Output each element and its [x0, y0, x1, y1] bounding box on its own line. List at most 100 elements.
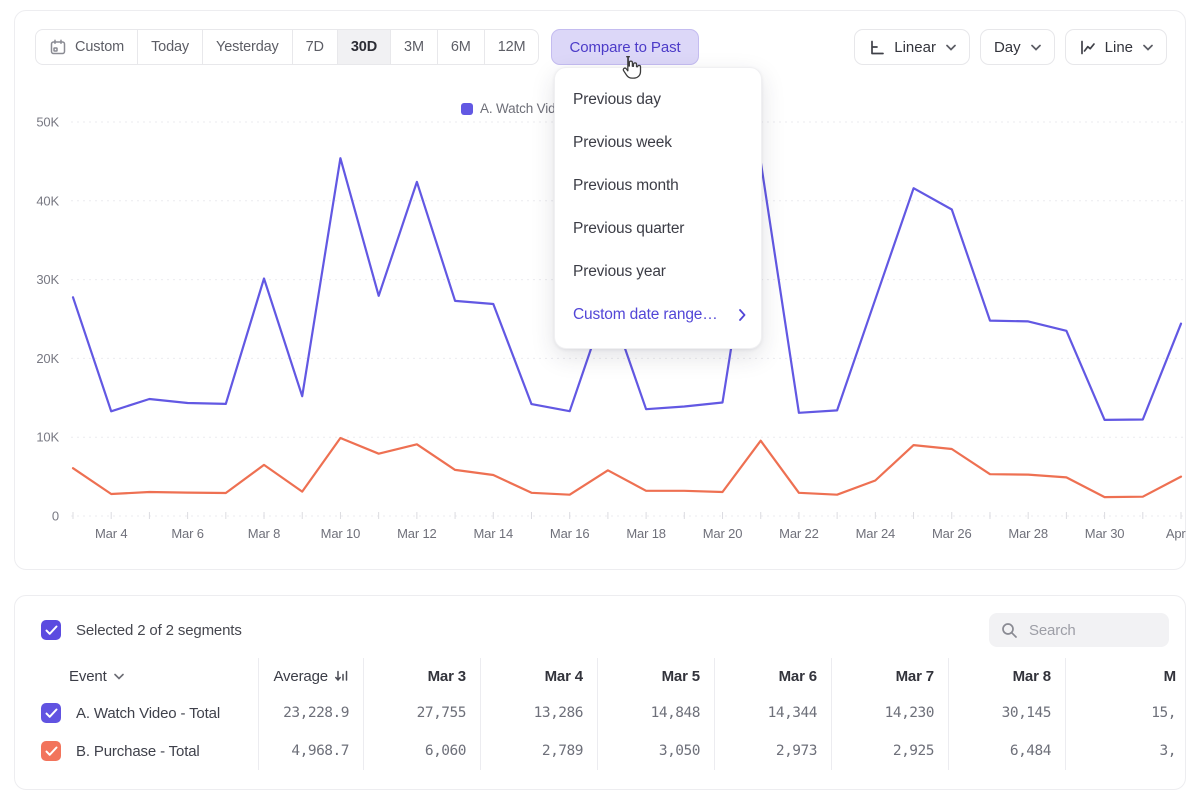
value-cell: 14,848	[597, 694, 714, 732]
range-label: 6M	[451, 39, 471, 55]
interval-dropdown-button[interactable]: Day	[980, 29, 1055, 65]
range-yesterday-button[interactable]: Yesterday	[202, 30, 292, 64]
search-icon	[1001, 622, 1018, 639]
menu-item-custom-date-range[interactable]: Custom date range…	[555, 293, 761, 336]
y-axis-label: 0	[52, 509, 59, 524]
segment-checkbox[interactable]	[41, 741, 61, 761]
chevron-down-icon	[1143, 44, 1153, 51]
range-3m-button[interactable]: 3M	[390, 30, 437, 64]
interval-label: Day	[994, 39, 1021, 56]
table-row: B. Purchase - Total4,968.76,0602,7893,05…	[15, 732, 1186, 770]
range-label: 3M	[404, 39, 424, 55]
date-column-header: M	[1065, 658, 1186, 694]
x-axis-label: Mar 22	[779, 526, 819, 541]
segments-table: Event AverageMar 3Mar 4Mar 5Mar 6Mar 7Mar…	[15, 658, 1186, 770]
menu-item-previous-week[interactable]: Previous week	[555, 121, 761, 164]
chevron-down-icon	[1031, 44, 1041, 51]
segment-label: B. Purchase - Total	[76, 743, 200, 760]
x-axis-label: Mar 18	[626, 526, 666, 541]
analytics-page: Custom Today Yesterday 7D 30D 3M 6M 12M Compare…	[0, 0, 1200, 802]
date-column-header: Mar 3	[363, 658, 480, 694]
check-icon	[45, 746, 58, 757]
segments-card: Selected 2 of 2 segments EventAverageMar…	[14, 595, 1186, 790]
range-today-button[interactable]: Today	[137, 30, 202, 64]
table-header-row: Event AverageMar 3Mar 4Mar 5Mar 6Mar 7Mar…	[15, 658, 1186, 694]
legend-swatch	[461, 103, 473, 115]
table-row: A. Watch Video - Total23,228.927,75513,2…	[15, 694, 1186, 732]
value-cell: 13,286	[480, 694, 597, 732]
search-box	[989, 613, 1169, 647]
value-cell: 14,344	[714, 694, 831, 732]
search-input[interactable]	[1027, 621, 1157, 640]
segment-checkbox[interactable]	[41, 703, 61, 723]
value-cell: 2,973	[714, 732, 831, 770]
value-cell: 6,484	[948, 732, 1065, 770]
average-column-header[interactable]: Average	[258, 658, 363, 694]
segments-controls: Selected 2 of 2 segments	[15, 596, 1185, 647]
menu-item-previous-quarter[interactable]: Previous quarter	[555, 207, 761, 250]
x-axis-label: Mar 12	[397, 526, 437, 541]
chart-toolbar: Custom Today Yesterday 7D 30D 3M 6M 12M Compare…	[35, 29, 1167, 65]
date-column-header: Mar 6	[714, 658, 831, 694]
range-label: Today	[151, 39, 189, 55]
range-12m-button[interactable]: 12M	[484, 30, 539, 64]
compare-menu-items: Previous dayPrevious weekPrevious monthP…	[555, 78, 761, 293]
range-label: 7D	[306, 39, 324, 55]
x-axis-label: Mar 24	[856, 526, 896, 541]
selected-summary: Selected 2 of 2 segments	[76, 622, 242, 639]
compare-to-past-button[interactable]: Compare to Past	[551, 29, 698, 65]
x-axis-label: Apr 1	[1166, 526, 1187, 541]
select-all-checkbox[interactable]	[41, 620, 61, 640]
value-cell: 30,145	[948, 694, 1065, 732]
x-axis-label: Mar 10	[321, 526, 361, 541]
y-axis-label: 30K	[36, 272, 59, 287]
x-axis-label: Mar 14	[473, 526, 513, 541]
menu-item-previous-year[interactable]: Previous year	[555, 250, 761, 293]
scale-dropdown-button[interactable]: Linear	[854, 29, 970, 65]
x-axis-label: Mar 30	[1085, 526, 1125, 541]
menu-item-previous-day[interactable]: Previous day	[555, 78, 761, 121]
range-label: 12M	[498, 39, 526, 55]
y-axis-label: 40K	[36, 193, 59, 208]
segment-label-cell: B. Purchase - Total	[15, 732, 258, 770]
menu-item-previous-month[interactable]: Previous month	[555, 164, 761, 207]
chevron-right-icon	[739, 309, 746, 321]
chart-type-dropdown-button[interactable]: Line	[1065, 29, 1167, 65]
check-icon	[45, 708, 58, 719]
line-chart-icon	[1079, 39, 1096, 56]
date-column-header: Mar 8	[948, 658, 1065, 694]
range-label: Custom	[75, 39, 124, 55]
chart-options-group: Linear Day Line	[854, 29, 1167, 65]
series-line-b-purchase[interactable]	[73, 438, 1181, 497]
average-value-cell: 4,968.7	[258, 732, 363, 770]
custom-date-range-label: Custom date range…	[573, 304, 718, 325]
value-cell: 2,925	[831, 732, 948, 770]
range-6m-button[interactable]: 6M	[437, 30, 484, 64]
scale-label: Linear	[894, 39, 936, 56]
range-label: Yesterday	[216, 39, 279, 55]
date-column-header: Mar 4	[480, 658, 597, 694]
x-axis-label: Mar 20	[703, 526, 743, 541]
calendar-icon	[49, 38, 67, 56]
chevron-down-icon	[946, 44, 956, 51]
date-column-header: Mar 7	[831, 658, 948, 694]
y-axis-label: 10K	[36, 430, 59, 445]
x-axis-label: Mar 26	[932, 526, 972, 541]
chart-type-label: Line	[1105, 39, 1133, 56]
x-axis-label: Mar 8	[248, 526, 280, 541]
range-custom-button[interactable]: Custom	[36, 30, 137, 64]
event-column-header[interactable]: Event	[15, 658, 258, 694]
x-axis-label: Mar 28	[1008, 526, 1048, 541]
event-header-label: Event	[69, 668, 107, 685]
segment-label-cell: A. Watch Video - Total	[15, 694, 258, 732]
y-axis-label: 20K	[36, 351, 59, 366]
average-value-cell: 23,228.9	[258, 694, 363, 732]
date-column-header: Mar 5	[597, 658, 714, 694]
chevron-down-icon	[114, 673, 124, 680]
x-axis-label: Mar 4	[95, 526, 127, 541]
range-label: 30D	[351, 39, 377, 55]
chart-card: Custom Today Yesterday 7D 30D 3M 6M 12M Compare…	[14, 10, 1186, 570]
value-cell: 2,789	[480, 732, 597, 770]
range-7d-button[interactable]: 7D	[292, 30, 337, 64]
range-30d-button[interactable]: 30D	[337, 30, 390, 64]
